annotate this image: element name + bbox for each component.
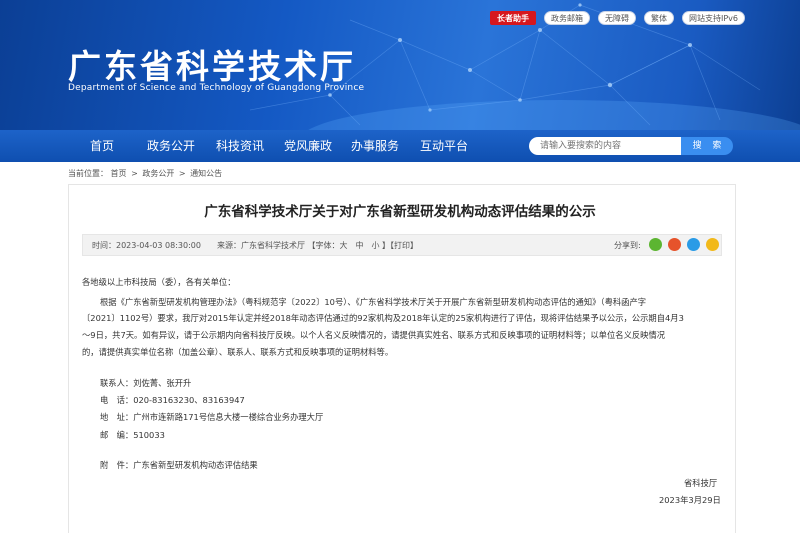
qzone-share-icon[interactable] (706, 238, 719, 251)
paragraph-line: 的，请提供真实单位名称（加盖公章）、联系人、联系方式和反映事项的证明材料等。 (82, 347, 394, 357)
postcode-row: 邮 编：510033 (100, 429, 165, 441)
attachment-row: 附 件：广东省新型研发机构动态评估结果 (100, 459, 258, 471)
breadcrumb-separator: > (178, 169, 186, 178)
contact-row: 联系人：刘佐菁、张开升 (100, 377, 191, 389)
search-button[interactable]: 搜 索 (681, 137, 733, 155)
postcode-label: 邮 编： (100, 430, 134, 440)
nav-item-integrity[interactable]: 党风廉政 (284, 130, 332, 162)
qq-share-icon[interactable] (687, 238, 700, 251)
breadcrumb-notices[interactable]: 通知公告 (190, 169, 222, 178)
elder-assistant-link[interactable]: 长者助手 (490, 11, 536, 25)
greeting: 各地级以上市科技局（委），各有关单位： (82, 277, 236, 287)
paragraph-line: 〔2021〕1102号）要求，我厅对2015年认定并经2018年动态评估通过的9… (82, 313, 684, 323)
address-label: 地 址： (100, 412, 134, 422)
nav-item-interaction[interactable]: 互动平台 (420, 130, 468, 162)
attachment-label: 附 件： (100, 460, 134, 470)
article-title: 广东省科学技术厅关于对广东省新型研发机构动态评估结果的公示 (204, 204, 596, 220)
nav-item-gov-affairs[interactable]: 政务公开 (147, 130, 195, 162)
breadcrumb-home[interactable]: 首页 (111, 169, 127, 178)
breadcrumb-prefix: 当前位置： (68, 169, 108, 178)
address-row: 地 址：广州市连新路171号信息大楼一楼综合业务办理大厅 (100, 411, 323, 423)
nav-item-home[interactable]: 首页 (90, 130, 114, 162)
ipv6-link[interactable]: 网站支持IPv6 (682, 11, 746, 25)
header-banner: 广东省科学技术厅 Department of Science and Techn… (0, 0, 800, 130)
wechat-share-icon[interactable] (649, 238, 662, 251)
search-input[interactable] (529, 137, 681, 155)
nav-item-tech-news[interactable]: 科技资讯 (216, 130, 264, 162)
breadcrumb: 当前位置： 首页 > 政务公开 > 通知公告 (68, 168, 222, 179)
contact-value: 刘佐菁、张开升 (133, 378, 192, 388)
site-title: 广东省科学技术厅 (68, 47, 356, 86)
top-links: 长者助手 政务邮箱 无障碍 繁体 网站支持IPv6 (490, 11, 746, 25)
gov-mail-link[interactable]: 政务邮箱 (544, 11, 590, 25)
signature: 省科技厅 (684, 478, 718, 488)
publish-date: 2023年3月29日 (659, 495, 721, 505)
paragraph-line: 根据《广东省新型研发机构管理办法》（粤科规范字〔2022〕10号）、《广东省科学… (100, 297, 647, 307)
attachment-link[interactable]: 广东省新型研发机构动态评估结果 (133, 460, 257, 470)
paragraph-line: ～9日，共7天。如有异议，请于公示期内向省科技厅反映。以个人名义反映情况的，请提… (82, 330, 666, 340)
weibo-share-icon[interactable] (668, 238, 681, 251)
accessibility-link[interactable]: 无障碍 (598, 11, 636, 25)
breadcrumb-gov-affairs[interactable]: 政务公开 (142, 169, 174, 178)
share-label: 分享到: (614, 241, 641, 250)
postcode-value: 510033 (133, 430, 165, 440)
phone-label: 电 话： (100, 395, 134, 405)
nav-item-services[interactable]: 办事服务 (351, 130, 399, 162)
phone-row: 电 话：020-83163230、83163947 (100, 394, 245, 406)
traditional-chinese-link[interactable]: 繁体 (644, 11, 674, 25)
phone-value: 020-83163230、83163947 (133, 395, 245, 405)
site-subtitle: Department of Science and Technology of … (68, 83, 365, 93)
address-value: 广州市连新路171号信息大楼一楼综合业务办理大厅 (133, 412, 324, 422)
article-meta: 时间：2023-04-03 08:30:00 来源：广东省科学技术厅 【字体：大… (92, 241, 419, 250)
contact-label: 联系人： (100, 378, 134, 388)
breadcrumb-separator: > (131, 169, 138, 178)
